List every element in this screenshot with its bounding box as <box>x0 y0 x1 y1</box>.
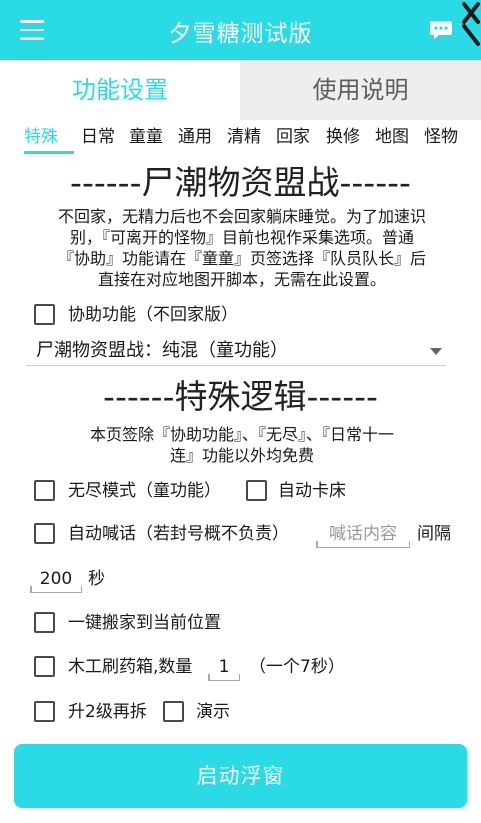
assist-label: 协助功能（不回家版） <box>68 305 238 325</box>
section-title-special-logic: ------特殊逻辑------ <box>103 377 378 416</box>
mode-select-value: 尸潮物资盟战：纯混（童功能） <box>36 340 288 361</box>
tab-usage-instructions[interactable]: 使用说明 <box>240 60 481 120</box>
endless-mode-checkbox[interactable] <box>34 480 55 501</box>
dropdown-arrow-icon <box>430 348 442 355</box>
carpentry-checkbox[interactable] <box>34 656 55 677</box>
endless-mode-label: 无尽模式（童功能） <box>68 481 221 501</box>
subtab-active-indicator <box>24 151 74 154</box>
subtab-special[interactable]: 特殊 <box>24 124 58 150</box>
close-x-icon[interactable] <box>458 0 481 48</box>
carpentry-label: 木工刷药箱,数量 <box>68 657 193 677</box>
description-line: 连』功能以外均免费 <box>169 446 314 465</box>
main-tabs: 功能设置 使用说明 <box>0 60 481 120</box>
description-line: 本页签除『协助功能』、『无尽』、『日常十一 <box>89 425 394 444</box>
move-home-checkbox[interactable] <box>34 612 55 633</box>
section2-description: 本页签除『协助功能』、『无尽』、『日常十一 连』功能以外均免费 <box>22 424 462 466</box>
app-title: 夕雪糖测试版 <box>168 21 313 47</box>
tab-function-settings[interactable]: 功能设置 <box>0 60 240 120</box>
demo-checkbox[interactable] <box>163 701 184 722</box>
chat-bubble-icon[interactable] <box>429 19 453 41</box>
subtab-daily[interactable]: 日常 <box>81 124 115 150</box>
description-line: 不回家，无精力后也不会回家躺床睡觉。为了加速识 <box>57 207 426 226</box>
carpentry-quantity-input[interactable]: 1 <box>208 655 240 681</box>
subtab-repair[interactable]: 换修 <box>326 124 360 150</box>
description-line: 直接在对应地图开脚本，无需在此设置。 <box>97 270 386 289</box>
section1-description: 不回家，无精力后也不会回家躺床睡觉。为了加速识 别，『可离开的怪物』目前也视作采… <box>22 206 462 290</box>
interval-value: 200 <box>39 569 73 589</box>
carpentry-quantity-value: 1 <box>218 657 230 677</box>
app-bar: 夕雪糖测试版 <box>0 0 481 60</box>
subtab-map[interactable]: 地图 <box>375 124 409 150</box>
seconds-label: 秒 <box>88 569 105 589</box>
subtab-tongtong[interactable]: 童童 <box>129 124 163 150</box>
shout-content-input[interactable]: 喊话内容 <box>316 522 410 548</box>
mode-select[interactable]: 尸潮物资盟战：纯混（童功能） <box>26 336 446 366</box>
subtab-go-home[interactable]: 回家 <box>276 124 310 150</box>
carpentry-note: （一个7秒） <box>249 657 345 677</box>
description-line: 『协助』功能请在『童童』页签选择『队员队长』后 <box>57 249 426 268</box>
description-line: 别，『可离开的怪物』目前也视作采集选项。普通 <box>69 228 414 247</box>
assist-checkbox[interactable] <box>34 304 55 325</box>
subtab-clear-spirit[interactable]: 清精 <box>227 124 261 150</box>
upgrade-label: 升2级再拆 <box>68 702 147 722</box>
subtab-monster[interactable]: 怪物 <box>424 124 458 150</box>
subtab-general[interactable]: 通用 <box>178 124 212 150</box>
move-home-label: 一键搬家到当前位置 <box>68 613 221 633</box>
auto-stuck-checkbox[interactable] <box>246 480 267 501</box>
section-title-corpse-tide: ------尸潮物资盟战------ <box>70 163 411 202</box>
auto-shout-label: 自动喊话（若封号概不负责） <box>68 524 289 544</box>
start-floating-window-button[interactable]: 启动浮窗 <box>14 744 467 808</box>
shout-content-placeholder: 喊话内容 <box>329 524 397 544</box>
auto-shout-checkbox[interactable] <box>34 523 55 544</box>
auto-stuck-label: 自动卡床 <box>278 481 346 501</box>
demo-label: 演示 <box>196 702 230 722</box>
interval-input[interactable]: 200 <box>30 567 82 593</box>
interval-label: 间隔 <box>417 524 451 544</box>
upgrade-checkbox[interactable] <box>34 701 55 722</box>
